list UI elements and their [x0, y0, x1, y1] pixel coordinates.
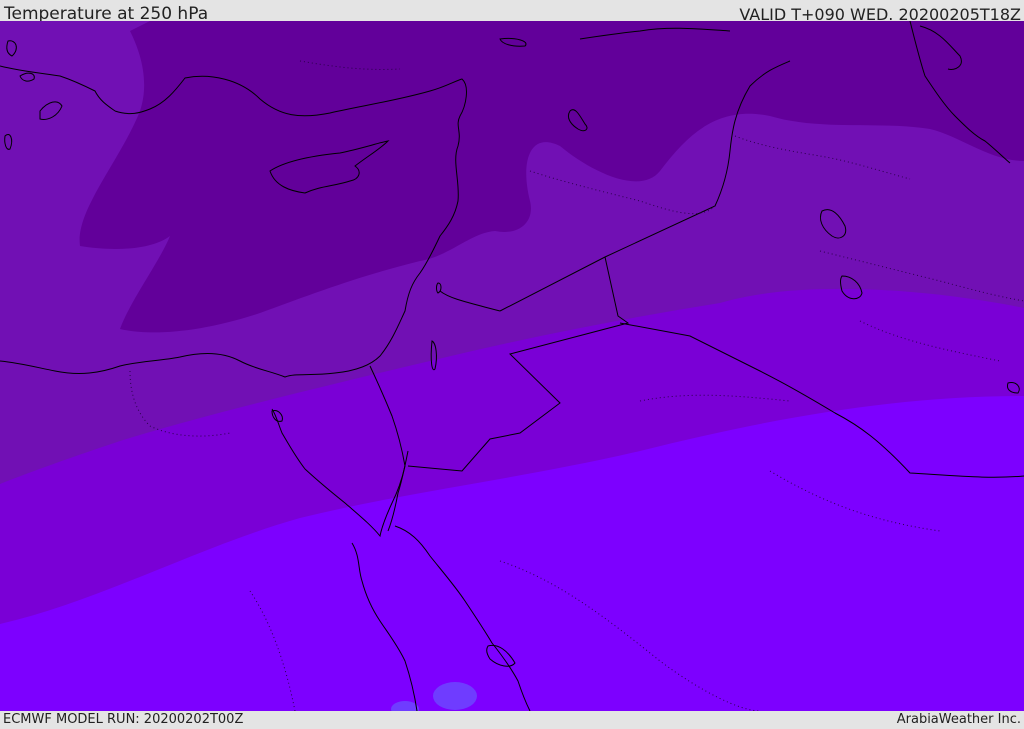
- map-canvas: [0, 21, 1024, 711]
- temp-patch: [433, 682, 477, 710]
- header-bar: Temperature at 250 hPa VALID T+090 WED. …: [0, 0, 1024, 24]
- temperature-map[interactable]: [0, 21, 1024, 711]
- credit-label: ArabiaWeather Inc.: [896, 712, 1021, 727]
- model-run-label: ECMWF MODEL RUN: 20200202T00Z: [3, 712, 244, 727]
- footer-bar: ECMWF MODEL RUN: 20200202T00Z ArabiaWeat…: [0, 711, 1024, 729]
